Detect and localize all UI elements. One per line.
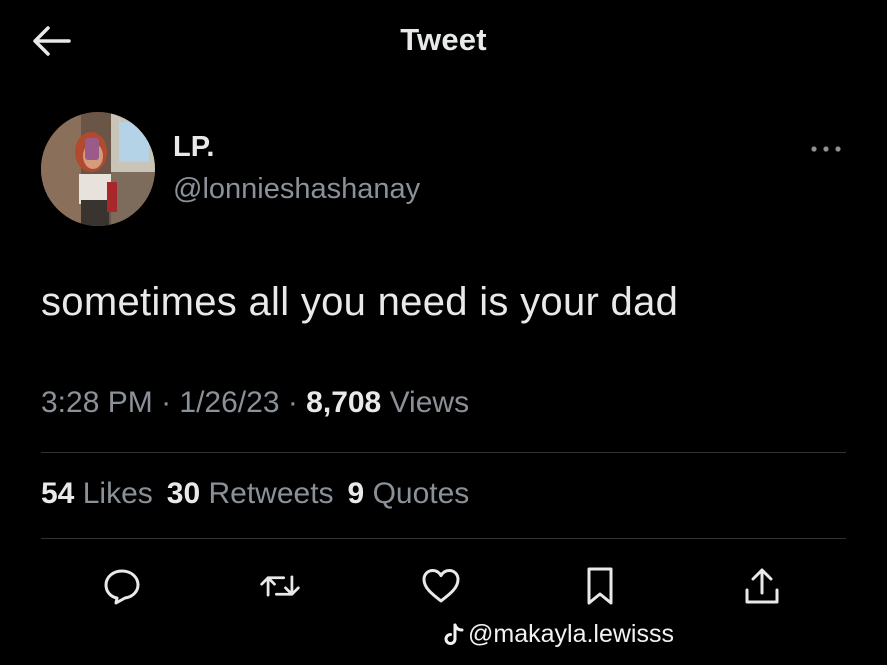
retweets-count: 30 xyxy=(166,477,201,510)
likes-label: Likes xyxy=(82,477,153,510)
tweet-text: sometimes all you need is your dad xyxy=(41,280,679,324)
top-bar: Tweet xyxy=(0,0,887,84)
share-button[interactable] xyxy=(740,564,784,608)
watermark-text: @makayla.lewisss xyxy=(468,620,674,648)
tiktok-icon xyxy=(444,623,464,647)
reply-icon xyxy=(104,569,140,605)
retweet-button[interactable] xyxy=(258,564,302,608)
quotes-stat[interactable]: 9 Quotes xyxy=(348,477,470,511)
tweet-meta: 3:28 PM · 1/26/23 · 8,708 Views xyxy=(41,386,469,420)
display-name[interactable]: LP. xyxy=(173,131,214,164)
divider xyxy=(41,538,846,539)
retweets-label: Retweets xyxy=(208,477,334,510)
meta-separator: · xyxy=(152,386,180,419)
tweet-time: 3:28 PM xyxy=(41,386,153,419)
views-label: Views xyxy=(381,386,470,419)
quotes-count: 9 xyxy=(347,477,365,510)
meta-separator: · xyxy=(279,386,307,419)
likes-stat[interactable]: 54 Likes xyxy=(41,477,153,511)
like-button[interactable] xyxy=(419,564,463,608)
engagement-stats: 54 Likes 30 Retweets 9 Quotes xyxy=(41,477,483,511)
heart-icon xyxy=(422,569,460,603)
user-handle[interactable]: @lonnieshashanay xyxy=(173,173,420,206)
tiktok-watermark: @makayla.lewisss xyxy=(444,620,674,649)
tweet-date: 1/26/23 xyxy=(179,386,280,419)
likes-count: 54 xyxy=(41,477,75,510)
views-count[interactable]: 8,708 xyxy=(306,386,381,419)
bookmark-icon xyxy=(587,567,613,605)
retweets-stat[interactable]: 30 Retweets xyxy=(167,477,334,511)
more-horizontal-icon xyxy=(811,146,841,152)
divider xyxy=(41,452,846,453)
avatar[interactable] xyxy=(41,112,155,226)
bookmark-button[interactable] xyxy=(578,564,622,608)
page-title: Tweet xyxy=(400,22,487,57)
quotes-label: Quotes xyxy=(372,477,470,510)
more-options-button[interactable] xyxy=(806,136,846,162)
share-icon xyxy=(745,568,779,604)
reply-button[interactable] xyxy=(100,564,144,608)
retweet-icon xyxy=(260,575,300,597)
